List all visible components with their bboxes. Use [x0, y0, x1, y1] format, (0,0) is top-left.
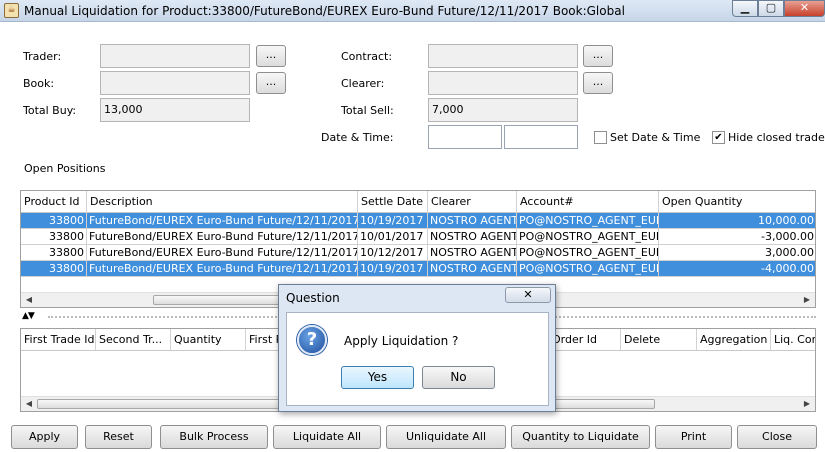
book-picker-button[interactable]: ...: [256, 72, 286, 94]
dialog-title: Question: [286, 291, 340, 305]
cell-account: PO@NOSTRO_AGENT_EUR: [517, 261, 659, 277]
cell-product-id: 33800: [21, 245, 87, 261]
cell-open-quantity: -4,000.00: [659, 261, 815, 277]
contract-label: Contract:: [341, 50, 393, 63]
title-bar: ☕ Manual Liquidation for Product:33800/F…: [0, 0, 825, 22]
col-second-trade-id[interactable]: Second Tr...: [96, 329, 171, 351]
book-field[interactable]: [100, 71, 250, 95]
maximize-button[interactable]: ▢: [758, 0, 784, 17]
clearer-picker-button[interactable]: ...: [583, 72, 613, 94]
col-open-quantity[interactable]: Open Quantity: [659, 191, 815, 213]
minimize-button[interactable]: ▁: [732, 0, 758, 17]
scroll-right-arrow[interactable]: ▶: [801, 398, 813, 410]
trader-field[interactable]: [100, 44, 250, 68]
cell-settle-date: 10/19/2017: [358, 261, 428, 277]
dialog-message: Apply Liquidation ?: [344, 334, 459, 348]
cell-account: PO@NOSTRO_AGENT_EUR: [517, 229, 659, 245]
trader-picker-button[interactable]: ...: [256, 45, 286, 67]
scroll-left-arrow[interactable]: ◀: [23, 294, 35, 306]
table-row[interactable]: 33800 FutureBond/EUREX Euro-Bund Future/…: [21, 245, 815, 261]
clearer-label: Clearer:: [341, 77, 385, 90]
cell-clearer: NOSTRO AGENT: [428, 245, 517, 261]
no-button[interactable]: No: [422, 366, 495, 389]
cell-product-id: 33800: [21, 229, 87, 245]
cell-open-quantity: -3,000.00: [659, 229, 815, 245]
cell-account: PO@NOSTRO_AGENT_EUR: [517, 213, 659, 229]
unliquidate-all-button[interactable]: Unliquidate All: [386, 425, 506, 449]
cell-settle-date: 10/12/2017: [358, 245, 428, 261]
col-quantity[interactable]: Quantity: [171, 329, 246, 351]
yes-button[interactable]: Yes: [341, 366, 414, 389]
hide-closed-trades-checkbox[interactable]: ✔: [712, 131, 725, 144]
date-input[interactable]: [428, 125, 502, 149]
time-input[interactable]: [504, 125, 578, 149]
cell-description: FutureBond/EUREX Euro-Bund Future/12/11/…: [87, 229, 358, 245]
set-date-time-checkbox[interactable]: [594, 131, 607, 144]
cell-clearer: NOSTRO AGENT: [428, 261, 517, 277]
bulk-process-button[interactable]: Bulk Process: [160, 425, 268, 449]
col-aggregation[interactable]: Aggregation: [697, 329, 771, 351]
splitter-toggle[interactable]: ▲▼: [22, 311, 35, 321]
table-row[interactable]: 33800 FutureBond/EUREX Euro-Bund Future/…: [21, 261, 815, 277]
hide-closed-trades-label: Hide closed trades: [728, 131, 825, 144]
question-dialog: Question ✕ ? Apply Liquidation ? Yes No: [278, 284, 556, 412]
col-delete[interactable]: Delete: [621, 329, 697, 351]
col-account[interactable]: Account#: [517, 191, 659, 213]
col-order-id[interactable]: Order Id: [549, 329, 621, 351]
splitter-down-icon[interactable]: ▼: [28, 311, 35, 321]
liquidate-all-button[interactable]: Liquidate All: [273, 425, 381, 449]
open-positions-label: Open Positions: [24, 162, 106, 175]
total-sell-label: Total Sell:: [341, 104, 394, 117]
cell-product-id: 33800: [21, 213, 87, 229]
cell-description: FutureBond/EUREX Euro-Bund Future/12/11/…: [87, 213, 358, 229]
dialog-close-button[interactable]: ✕: [505, 287, 551, 303]
col-liq-con[interactable]: Liq. Con: [771, 329, 815, 351]
cell-clearer: NOSTRO AGENT: [428, 229, 517, 245]
contract-picker-button[interactable]: ...: [583, 45, 613, 67]
total-buy-field: 13,000: [100, 98, 250, 122]
total-sell-field: 7,000: [428, 98, 578, 122]
cell-description: FutureBond/EUREX Euro-Bund Future/12/11/…: [87, 245, 358, 261]
print-button[interactable]: Print: [655, 425, 732, 449]
col-settle-date[interactable]: Settle Date: [358, 191, 428, 213]
col-first-trade-id[interactable]: First Trade Id: [21, 329, 96, 351]
scroll-left-arrow[interactable]: ◀: [23, 398, 35, 410]
scroll-right-arrow[interactable]: ▶: [801, 294, 813, 306]
cell-open-quantity: 3,000.00: [659, 245, 815, 261]
cell-description: FutureBond/EUREX Euro-Bund Future/12/11/…: [87, 261, 358, 277]
java-app-icon: ☕: [4, 3, 19, 18]
date-time-label: Date & Time:: [321, 131, 394, 144]
open-positions-header: Product Id Description Settle Date Clear…: [21, 191, 815, 213]
cell-clearer: NOSTRO AGENT: [428, 213, 517, 229]
book-label: Book:: [23, 77, 55, 90]
col-clearer[interactable]: Clearer: [428, 191, 517, 213]
col-description[interactable]: Description: [87, 191, 358, 213]
apply-button[interactable]: Apply: [11, 425, 78, 449]
quantity-to-liquidate-button[interactable]: Quantity to Liquidate: [511, 425, 650, 449]
col-product-id[interactable]: Product Id: [21, 191, 87, 213]
window-title: Manual Liquidation for Product:33800/Fut…: [24, 4, 625, 18]
cell-settle-date: 10/19/2017: [358, 213, 428, 229]
trader-label: Trader:: [23, 50, 62, 63]
reset-button[interactable]: Reset: [85, 425, 152, 449]
table-row[interactable]: 33800 FutureBond/EUREX Euro-Bund Future/…: [21, 229, 815, 245]
close-button[interactable]: Close: [737, 425, 817, 449]
contract-field[interactable]: [428, 44, 578, 68]
clearer-field[interactable]: [428, 71, 578, 95]
question-icon: ?: [297, 325, 327, 355]
cell-product-id: 33800: [21, 261, 87, 277]
table-row[interactable]: 33800 FutureBond/EUREX Euro-Bund Future/…: [21, 213, 815, 229]
cell-open-quantity: 10,000.00: [659, 213, 815, 229]
close-window-button[interactable]: ✕: [784, 0, 825, 17]
dialog-body: ? Apply Liquidation ? Yes No: [286, 312, 549, 406]
total-buy-label: Total Buy:: [23, 104, 77, 117]
set-date-time-label: Set Date & Time: [610, 131, 701, 144]
cell-account: PO@NOSTRO_AGENT_EUR: [517, 245, 659, 261]
cell-settle-date: 10/01/2017: [358, 229, 428, 245]
